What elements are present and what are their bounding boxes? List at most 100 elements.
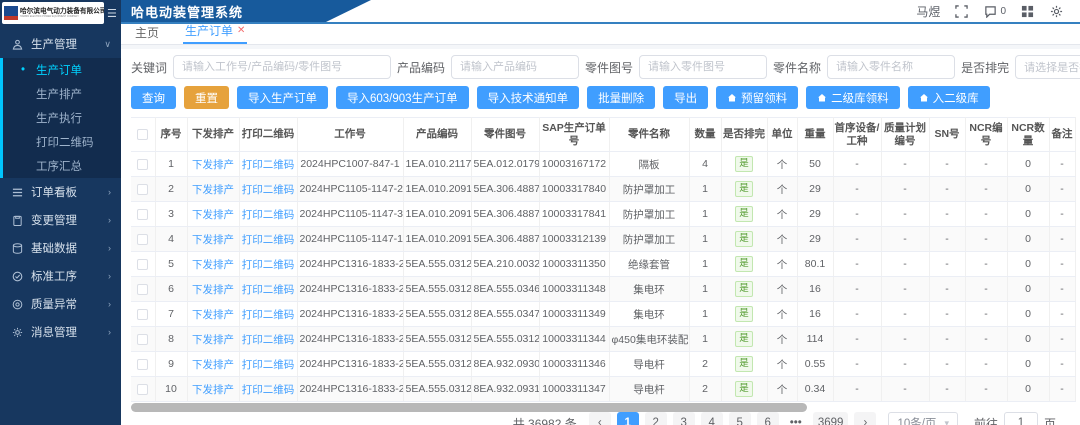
- row-checkbox[interactable]: [137, 159, 148, 170]
- issue-schedule-link[interactable]: 下发排产: [187, 152, 239, 177]
- sidebar-collapse-icon[interactable]: ☰: [107, 7, 119, 20]
- quantity: 1: [689, 277, 721, 302]
- product-code: 1EA.010.2091: [403, 177, 471, 202]
- sidebar-group-6[interactable]: 质量异常›: [0, 290, 121, 318]
- part-name: 隔板: [609, 152, 689, 177]
- row-checkbox[interactable]: [137, 284, 148, 295]
- page-button-2[interactable]: 2: [645, 412, 667, 425]
- sn-no: -: [929, 227, 965, 252]
- remark: -: [1049, 377, 1075, 402]
- part-name: 导电杆: [609, 352, 689, 377]
- issue-schedule-link[interactable]: 下发排产: [187, 277, 239, 302]
- sidebar-group-2[interactable]: 订单看板›: [0, 178, 121, 206]
- sidebar-group-label: 质量异常: [31, 296, 108, 312]
- filter-input-3[interactable]: [639, 55, 767, 79]
- toolbar-button-10[interactable]: 入二级库: [908, 86, 990, 109]
- goto-suffix: 页: [1044, 415, 1056, 425]
- toolbar-button-8[interactable]: 预留领料: [716, 86, 798, 109]
- scheduled-cell: 是: [721, 252, 767, 277]
- print-qrcode-link[interactable]: 打印二维码: [239, 327, 297, 352]
- print-qrcode-link[interactable]: 打印二维码: [239, 352, 297, 377]
- tab-1[interactable]: 主页: [133, 22, 161, 44]
- page-button-3[interactable]: 3: [673, 412, 695, 425]
- next-page-button[interactable]: ›: [854, 412, 876, 425]
- close-icon[interactable]: ✕: [237, 25, 245, 36]
- work-no: 2024HPC1105-1147-1: [297, 227, 403, 252]
- sidebar-group-4[interactable]: 基础数据›: [0, 234, 121, 262]
- issue-schedule-link[interactable]: 下发排产: [187, 227, 239, 252]
- toolbar-button-6[interactable]: 批量删除: [587, 86, 655, 109]
- row-checkbox[interactable]: [137, 259, 148, 270]
- toolbar-button-5[interactable]: 导入技术通知单: [477, 86, 580, 109]
- sidebar-group-7[interactable]: 消息管理›: [0, 318, 121, 346]
- ncr-no: -: [965, 202, 1007, 227]
- page-size-select[interactable]: 10条/页 ▾: [888, 412, 958, 425]
- quantity: 1: [689, 202, 721, 227]
- sidebar-menu: 生产管理∨生产订单生产排产生产执行打印二维码工序汇总订单看板›变更管理›基础数据…: [0, 26, 121, 425]
- page-button-6[interactable]: 6: [757, 412, 779, 425]
- sidebar-item-2[interactable]: 生产排产: [3, 82, 121, 106]
- scheduled-cell: 是: [721, 202, 767, 227]
- sidebar-item-5[interactable]: 工序汇总: [3, 154, 121, 178]
- sidebar-item-3[interactable]: 生产执行: [3, 106, 121, 130]
- horizontal-scrollbar-thumb[interactable]: [131, 403, 807, 412]
- page-button-1[interactable]: 1: [617, 412, 639, 425]
- print-qrcode-link[interactable]: 打印二维码: [239, 202, 297, 227]
- issue-schedule-link[interactable]: 下发排产: [187, 377, 239, 402]
- print-qrcode-link[interactable]: 打印二维码: [239, 177, 297, 202]
- page-button-4[interactable]: 4: [701, 412, 723, 425]
- remark: -: [1049, 327, 1075, 352]
- sidebar-item-4[interactable]: 打印二维码: [3, 130, 121, 154]
- row-checkbox[interactable]: [137, 334, 148, 345]
- row-checkbox[interactable]: [137, 209, 148, 220]
- user-name[interactable]: 马煜: [916, 3, 940, 20]
- page-button-5[interactable]: 5: [729, 412, 751, 425]
- toolbar-button-3[interactable]: 导入生产订单: [237, 86, 328, 109]
- message-button[interactable]: 0: [983, 4, 1006, 19]
- sidebar-group-label: 变更管理: [31, 212, 108, 228]
- issue-schedule-link[interactable]: 下发排产: [187, 252, 239, 277]
- sidebar-group-5[interactable]: 标准工序›: [0, 262, 121, 290]
- sidebar-item-1[interactable]: 生产订单: [3, 58, 121, 82]
- issue-schedule-link[interactable]: 下发排产: [187, 202, 239, 227]
- row-checkbox[interactable]: [137, 184, 148, 195]
- toolbar-button-4[interactable]: 导入603/903生产订单: [336, 86, 469, 109]
- toolbar-button-2[interactable]: 重置: [184, 86, 229, 109]
- print-qrcode-link[interactable]: 打印二维码: [239, 377, 297, 402]
- toolbar-button-7[interactable]: 导出: [663, 86, 708, 109]
- print-qrcode-link[interactable]: 打印二维码: [239, 227, 297, 252]
- print-qrcode-link[interactable]: 打印二维码: [239, 302, 297, 327]
- filter-input-1[interactable]: [173, 55, 391, 79]
- issue-schedule-link[interactable]: 下发排产: [187, 177, 239, 202]
- column-header-3: 打印二维码: [239, 118, 297, 152]
- row-checkbox[interactable]: [137, 384, 148, 395]
- page-button-3699[interactable]: 3699: [813, 412, 849, 425]
- filter-input-4[interactable]: [827, 55, 955, 79]
- gear-icon[interactable]: [1049, 4, 1064, 19]
- sidebar-group-3[interactable]: 变更管理›: [0, 206, 121, 234]
- toolbar-button-1[interactable]: 查询: [131, 86, 176, 109]
- prev-page-button[interactable]: ‹: [589, 412, 611, 425]
- remark: -: [1049, 352, 1075, 377]
- print-qrcode-link[interactable]: 打印二维码: [239, 277, 297, 302]
- fullscreen-icon[interactable]: [954, 4, 969, 19]
- issue-schedule-link[interactable]: 下发排产: [187, 327, 239, 352]
- goto-page-input[interactable]: [1004, 412, 1038, 425]
- filter-select-5[interactable]: 请选择是否排完▾: [1015, 55, 1080, 79]
- sidebar-group-1[interactable]: 生产管理∨: [0, 30, 121, 58]
- part-drawing-no: 5EA.306.4887: [471, 202, 539, 227]
- select-all-checkbox[interactable]: [137, 129, 148, 140]
- row-checkbox[interactable]: [137, 234, 148, 245]
- row-checkbox[interactable]: [137, 309, 148, 320]
- issue-schedule-link[interactable]: 下发排产: [187, 302, 239, 327]
- print-qrcode-link[interactable]: 打印二维码: [239, 252, 297, 277]
- grid-apps-icon[interactable]: [1020, 4, 1035, 19]
- toolbar-button-9[interactable]: 二级库领料: [806, 86, 900, 109]
- row-select-cell: [131, 377, 155, 402]
- person-icon: [10, 37, 24, 51]
- row-checkbox[interactable]: [137, 359, 148, 370]
- issue-schedule-link[interactable]: 下发排产: [187, 352, 239, 377]
- filter-input-2[interactable]: [451, 55, 579, 79]
- remark: -: [1049, 302, 1075, 327]
- print-qrcode-link[interactable]: 打印二维码: [239, 152, 297, 177]
